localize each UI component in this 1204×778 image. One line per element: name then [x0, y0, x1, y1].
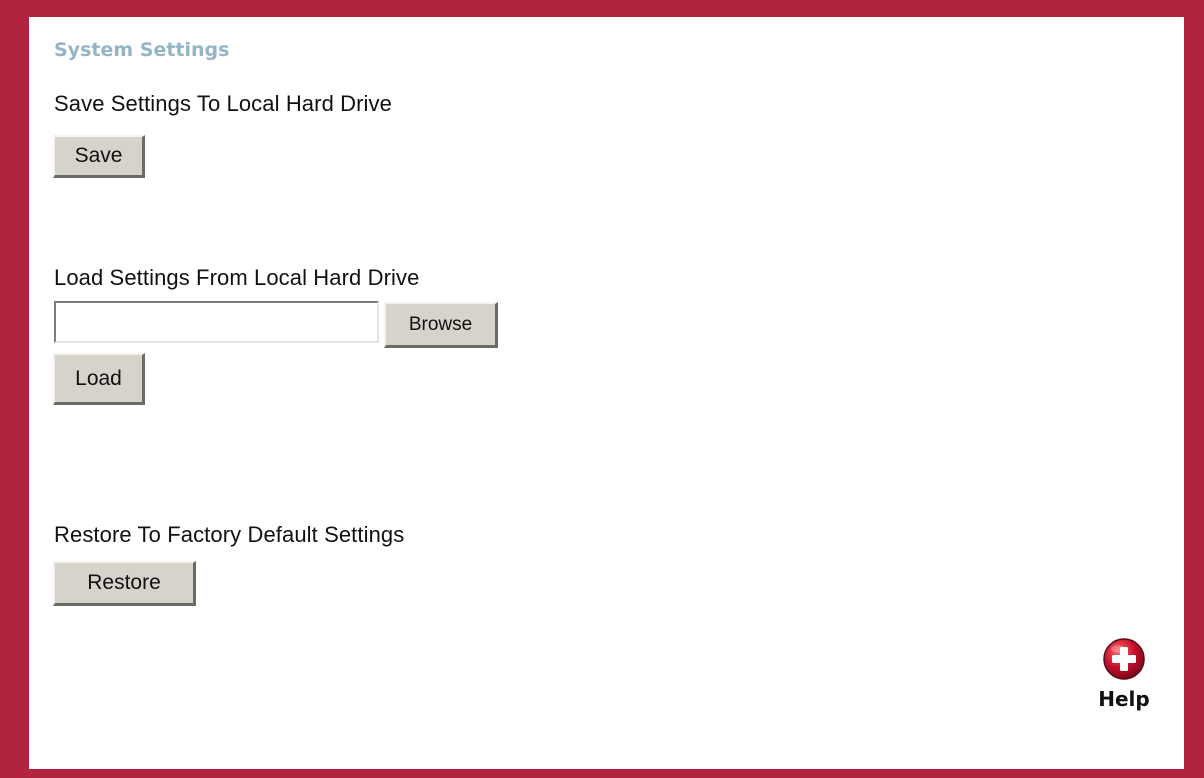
save-settings-label: Save Settings To Local Hard Drive	[54, 91, 392, 116]
help-link[interactable]: Help	[1088, 637, 1160, 711]
outer-frame: System Settings Save Settings To Local H…	[0, 0, 1204, 778]
restore-settings-label: Restore To Factory Default Settings	[54, 522, 405, 547]
browse-button[interactable]: Browse	[384, 302, 498, 348]
help-label: Help	[1098, 687, 1150, 711]
load-button[interactable]: Load	[53, 353, 145, 405]
page-title: System Settings	[54, 39, 230, 61]
file-path-input[interactable]	[54, 301, 379, 343]
content-panel: System Settings Save Settings To Local H…	[29, 17, 1184, 769]
load-settings-label: Load Settings From Local Hard Drive	[54, 265, 420, 290]
help-plus-icon	[1103, 638, 1145, 680]
save-button[interactable]: Save	[53, 135, 145, 178]
restore-button[interactable]: Restore	[53, 561, 196, 606]
